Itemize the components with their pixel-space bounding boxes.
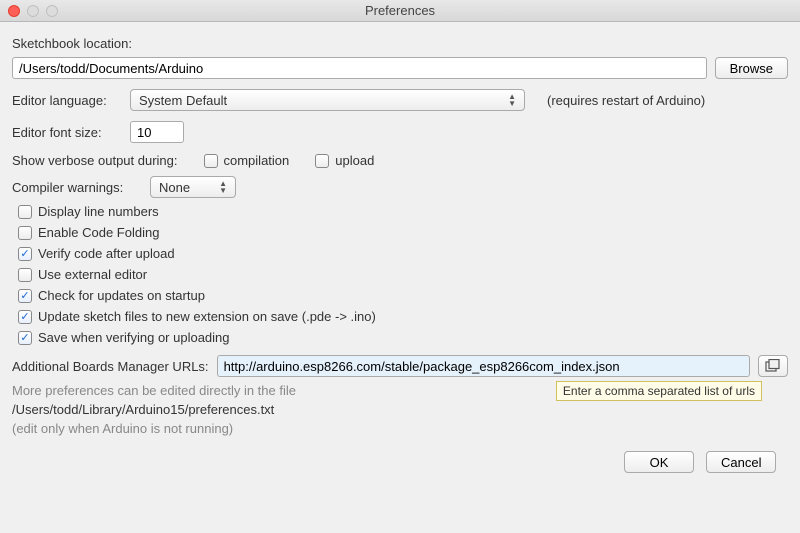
boards-urls-input[interactable] — [217, 355, 750, 377]
upload-checkbox[interactable]: upload — [315, 153, 374, 168]
save-on-verify-label: Save when verifying or uploading — [38, 330, 230, 345]
editor-fontsize-input[interactable] — [130, 121, 184, 143]
window-title: Preferences — [0, 3, 800, 18]
checkbox-icon: ✓ — [18, 331, 32, 345]
more-prefs-line3: (edit only when Arduino is not running) — [12, 421, 788, 436]
browse-button[interactable]: Browse — [715, 57, 788, 79]
compiler-warnings-select[interactable]: None ▲▼ — [150, 176, 236, 198]
compiler-warnings-value: None — [159, 180, 190, 195]
verify-code-checkbox[interactable]: ✓ Verify code after upload — [18, 246, 788, 261]
code-folding-label: Enable Code Folding — [38, 225, 159, 240]
cancel-button[interactable]: Cancel — [706, 451, 776, 473]
sketchbook-location-input[interactable] — [12, 57, 707, 79]
editor-language-label: Editor language: — [12, 93, 122, 108]
checkbox-icon — [18, 226, 32, 240]
checkbox-icon: ✓ — [18, 247, 32, 261]
checkbox-icon — [18, 268, 32, 282]
editor-language-note: (requires restart of Arduino) — [547, 93, 705, 108]
editor-fontsize-label: Editor font size: — [12, 125, 122, 140]
updown-icon: ▲▼ — [219, 180, 227, 194]
checkbox-icon — [315, 154, 329, 168]
minimize-window-icon — [27, 5, 39, 17]
titlebar: Preferences — [0, 0, 800, 22]
window-traffic-lights — [0, 5, 58, 17]
editor-language-select[interactable]: System Default ▲▼ — [130, 89, 525, 111]
external-editor-checkbox[interactable]: Use external editor — [18, 267, 788, 282]
compilation-checkbox[interactable]: compilation — [204, 153, 290, 168]
boards-urls-expand-button[interactable] — [758, 355, 788, 377]
editor-language-value: System Default — [139, 93, 227, 108]
check-updates-label: Check for updates on startup — [38, 288, 205, 303]
save-on-verify-checkbox[interactable]: ✓ Save when verifying or uploading — [18, 330, 788, 345]
window-icon — [765, 359, 781, 373]
checkbox-icon: ✓ — [18, 310, 32, 324]
updown-icon: ▲▼ — [508, 93, 516, 107]
compilation-checkbox-label: compilation — [224, 153, 290, 168]
boards-urls-tooltip: Enter a comma separated list of urls — [556, 381, 762, 401]
line-numbers-checkbox[interactable]: Display line numbers — [18, 204, 788, 219]
close-window-icon[interactable] — [8, 5, 20, 17]
checkbox-icon — [18, 205, 32, 219]
upload-checkbox-label: upload — [335, 153, 374, 168]
preferences-pane: Sketchbook location: Browse Editor langu… — [0, 22, 800, 481]
line-numbers-label: Display line numbers — [38, 204, 159, 219]
boards-urls-label: Additional Boards Manager URLs: — [12, 359, 209, 374]
update-extension-checkbox[interactable]: ✓ Update sketch files to new extension o… — [18, 309, 788, 324]
checkbox-icon — [204, 154, 218, 168]
ok-button[interactable]: OK — [624, 451, 694, 473]
update-extension-label: Update sketch files to new extension on … — [38, 309, 376, 324]
zoom-window-icon — [46, 5, 58, 17]
compiler-warnings-label: Compiler warnings: — [12, 180, 142, 195]
sketchbook-location-label: Sketchbook location: — [12, 36, 132, 51]
external-editor-label: Use external editor — [38, 267, 147, 282]
checkbox-icon: ✓ — [18, 289, 32, 303]
prefs-file-path: /Users/todd/Library/Arduino15/preference… — [12, 402, 788, 417]
code-folding-checkbox[interactable]: Enable Code Folding — [18, 225, 788, 240]
check-updates-checkbox[interactable]: ✓ Check for updates on startup — [18, 288, 788, 303]
verbose-label: Show verbose output during: — [12, 153, 178, 168]
verify-code-label: Verify code after upload — [38, 246, 175, 261]
